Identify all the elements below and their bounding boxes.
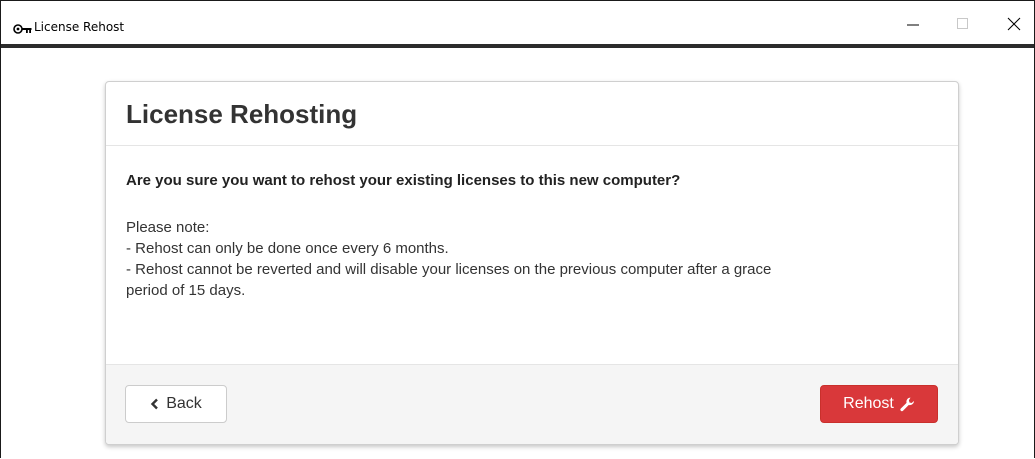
confirmation-question: Are you sure you want to rehost your exi…	[126, 172, 681, 189]
page-title: License Rehosting	[126, 99, 358, 129]
title-bar[interactable]: License Rehost	[1, 1, 1034, 48]
back-button-label: Back	[166, 395, 202, 412]
rehost-button[interactable]: Rehost	[820, 385, 938, 423]
chevron-left-icon	[150, 398, 160, 410]
license-rehost-window: License Rehost License Rehosting Are you…	[0, 0, 1035, 458]
note-text: Please note: - Rehost can only be done o…	[126, 217, 938, 301]
close-icon	[1007, 17, 1021, 36]
rehost-button-label: Rehost	[843, 395, 894, 412]
window-title: License Rehost	[34, 20, 125, 34]
maximize-button[interactable]	[943, 11, 983, 41]
maximize-icon	[957, 17, 969, 35]
close-button[interactable]	[994, 11, 1034, 41]
key-icon	[13, 22, 32, 34]
note-line: period of 15 days.	[126, 282, 246, 299]
wrench-icon	[900, 397, 915, 412]
rehost-dialog-card: License Rehosting Are you sure you want …	[105, 81, 959, 445]
minimize-button[interactable]	[893, 11, 933, 41]
card-body: Are you sure you want to rehost your exi…	[106, 146, 958, 364]
back-button[interactable]: Back	[125, 385, 227, 423]
minimize-icon	[907, 17, 919, 35]
card-header: License Rehosting	[106, 82, 958, 146]
note-line: - Rehost cannot be reverted and will dis…	[126, 261, 772, 278]
card-footer: Back Rehost	[106, 364, 958, 444]
note-line: - Rehost can only be done once every 6 m…	[126, 240, 449, 257]
note-line: Please note:	[126, 219, 210, 236]
